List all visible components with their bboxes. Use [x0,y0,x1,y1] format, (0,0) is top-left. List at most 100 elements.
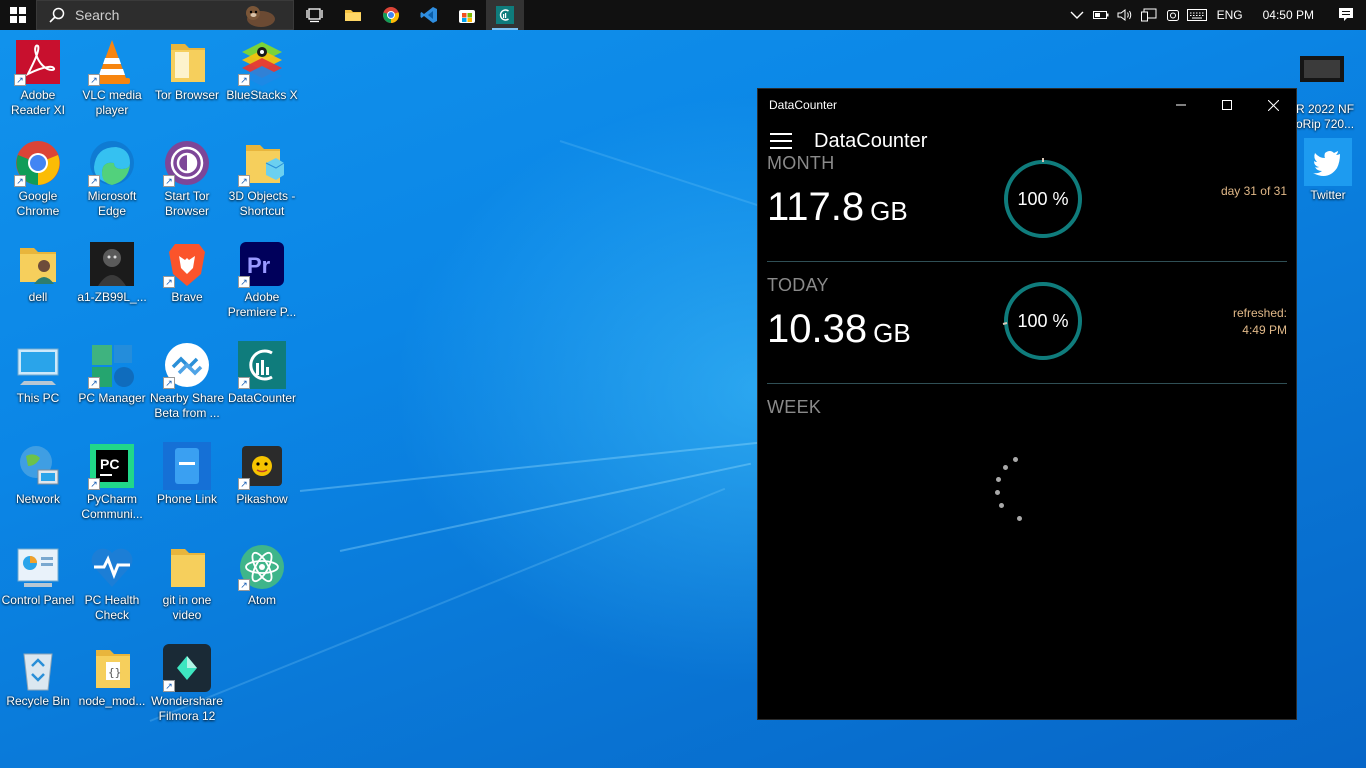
taskbar-search-box[interactable]: Search [36,0,294,30]
desktop-icon-google-chrome[interactable]: ↗ Google Chrome [0,139,76,219]
desktop-icon-label: Adobe Reader XI [10,88,66,117]
today-gauge-percent: 100 % [1017,310,1069,331]
week-section: WEEK [767,397,1287,697]
loading-spinner [993,457,1033,527]
desktop-icon-start-tor-browser[interactable]: ↗ Start Tor Browser [149,139,225,219]
desktop-icon-premiere-pro[interactable]: Pr ↗ Adobe Premiere P... [224,240,300,320]
desktop-icon-atom[interactable]: ↗ Atom [224,543,300,608]
desktop-icon-node-modules[interactable]: {} node_mod... [74,644,150,709]
desktop-icon-label: Pikashow [236,492,288,506]
desktop-icon-datacounter[interactable]: ↗ DataCounter [224,341,300,406]
close-button[interactable] [1250,89,1296,121]
desktop-icon-label: PC Manager [78,391,146,405]
maximize-button[interactable] [1204,89,1250,121]
taskbar-vscode[interactable] [410,0,448,30]
user-folder-icon [20,248,56,284]
week-label: WEEK [767,397,822,417]
desktop-icon-tor-browser[interactable]: Tor Browser [149,38,225,103]
folder-icon [171,549,205,587]
minimize-button[interactable] [1158,89,1204,121]
notification-icon [1339,8,1353,21]
desktop-icon-control-panel[interactable]: Control Panel [0,543,76,608]
desktop-icon-label: Twitter [1310,188,1346,202]
network-globe-icon [20,446,59,485]
vscode-icon [420,7,437,23]
desktop-icon-label: node_mod... [78,694,146,708]
desktop-icon-label: PyCharm Communi... [81,492,143,521]
camera-icon [1166,10,1179,21]
desktop-icon-a1-image[interactable]: a1-ZB99L_... [74,240,150,305]
tray-battery[interactable] [1089,0,1113,30]
hamburger-menu-button[interactable] [770,133,792,149]
taskbar-microsoft-store[interactable] [448,0,486,30]
desktop-icon-recycle-bin[interactable]: Recycle Bin [0,644,76,709]
tray-clock[interactable]: 04:50 PM [1251,8,1326,22]
desktop-icon-3d-objects[interactable]: ↗ 3D Objects - Shortcut [224,139,300,219]
search-label: Search [75,7,120,23]
svg-text:PC: PC [100,456,119,472]
today-refreshed-time: 4:49 PM [1242,323,1287,337]
window-title: DataCounter [769,98,838,112]
desktop-icon-label: Wondershare Filmora 12 [151,694,223,723]
month-usage: 117.8 GB [767,185,908,230]
month-day-note: day 31 of 31 [1220,184,1287,198]
network-icon [1140,8,1157,22]
taskbar-chrome[interactable] [372,0,410,30]
tray-overflow-chevron[interactable] [1065,0,1089,30]
desktop-icon-label: PC Health Check [84,593,140,622]
computer-icon [17,348,59,385]
desktop-icon-pikashow[interactable]: ↗ Pikashow [224,442,300,507]
desktop-icon-adobe-reader[interactable]: ↗ Adobe Reader XI [0,38,76,118]
notification-center-button[interactable] [1326,0,1366,30]
window-titlebar[interactable]: DataCounter [758,89,1296,121]
tray-network[interactable] [1137,0,1161,30]
folder-icon [345,10,361,21]
today-gauge: 100 % [1001,279,1085,363]
desktop-icon-filmora[interactable]: ↗ Wondershare Filmora 12 [149,644,225,724]
desktop-icon-twitter[interactable]: Twitter [1290,138,1366,203]
desktop-icon-bluestacks[interactable]: ↗ BlueStacks X [224,38,300,103]
today-usage: 10.38 GB [767,307,911,352]
battery-icon [1092,11,1109,19]
desktop-icon-this-pc[interactable]: This PC [0,341,76,406]
windows-logo-icon [10,7,26,23]
phone-link-icon [163,442,211,490]
desktop-icon-pycharm[interactable]: PC ↗ PyCharm Communi... [74,442,150,522]
video-thumbnail-icon [1300,56,1344,82]
section-divider [767,261,1287,262]
desktop-icon-dell[interactable]: dell [0,240,76,305]
desktop-icon-vlc[interactable]: ↗ VLC media player [74,38,150,118]
desktop-icon-nearby-share[interactable]: ↗ Nearby Share Beta from ... [149,341,225,421]
desktop-icon-network[interactable]: Network [0,442,76,507]
tray-language[interactable]: ENG [1209,8,1251,22]
chrome-icon [383,7,400,24]
volume-icon [1117,9,1131,21]
taskbar-task-view[interactable] [296,0,334,30]
recycle-bin-icon [23,653,53,691]
desktop-icon-label: Google Chrome [16,189,60,218]
desktop-icon-pc-health-check[interactable]: PC Health Check [74,543,150,623]
month-section: MONTH 117.8 GB 100 % day 31 of 31 [767,153,1287,261]
tray-touch-keyboard[interactable] [1185,0,1209,30]
task-view-icon [306,8,323,23]
today-usage-unit: GB [873,318,911,348]
month-usage-unit: GB [870,196,908,226]
desktop-icon-microsoft-edge[interactable]: ↗ Microsoft Edge [74,139,150,219]
desktop-icon-git-in-one-video[interactable]: git in one video [149,543,225,623]
start-button[interactable] [0,0,36,30]
desktop-icon-label: Microsoft Edge [87,189,137,218]
control-panel-icon [17,548,59,587]
desktop-icon-pc-manager[interactable]: ↗ PC Manager [74,341,150,406]
search-highlight-otter-icon [246,6,275,27]
datacounter-icon [496,6,514,24]
zip-folder-icon: {} [96,650,130,688]
tray-camera[interactable] [1161,0,1185,30]
desktop-icon-label: dell [28,290,48,304]
desktop-icon-label-line-2: oRip 720... [1296,117,1355,131]
desktop-icon-brave[interactable]: ↗ Brave [149,240,225,305]
desktop-icon-phone-link[interactable]: Phone Link [149,442,225,507]
tray-volume[interactable] [1113,0,1137,30]
today-section: TODAY 10.38 GB 100 % refreshed: 4:49 PM [767,275,1287,383]
taskbar-datacounter[interactable] [486,0,524,30]
taskbar-file-explorer[interactable] [334,0,372,30]
